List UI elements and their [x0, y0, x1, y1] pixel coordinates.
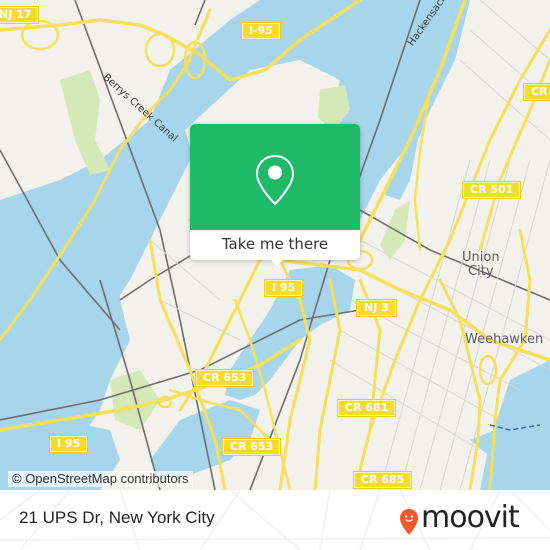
road-shield-cr653-a: CR 653: [196, 370, 254, 386]
road-shield-nj17: NJ 17: [0, 7, 39, 23]
map-attribution[interactable]: © OpenStreetMap contributors: [8, 471, 193, 487]
take-me-there-button[interactable]: Take me there: [190, 230, 360, 260]
road-shield-cr5: CR 5: [524, 84, 550, 100]
footer-bar: 21 UPS Dr, New York City moovit: [0, 490, 550, 550]
moovit-pin-icon: [400, 509, 418, 535]
label-weehawken: Weehawken: [465, 332, 544, 347]
map[interactable]: NJ 17 I-95 CR 5 CR 501 I 95 NJ 3 CR 653 …: [0, 0, 550, 490]
road-shield-cr653-b: CR 653: [223, 439, 281, 455]
destination-popup[interactable]: Take me there: [190, 124, 360, 266]
road-shield-nj3: NJ 3: [357, 300, 396, 316]
label-union: Union: [462, 250, 500, 265]
road-shield-cr501: CR 501: [463, 182, 521, 198]
label-city: City: [468, 264, 494, 279]
road-shield-i95-top: I-95: [242, 23, 280, 39]
moovit-wordmark: moovit: [421, 500, 520, 535]
road-shield-i95-mid: I 95: [265, 280, 303, 296]
park-meadow: [60, 70, 110, 175]
popup-pointer: [268, 257, 286, 266]
road-shield-i95-low: I 95: [50, 436, 88, 452]
label-union-city: Union City: [462, 251, 500, 279]
address-label: 21 UPS Dr, New York City: [19, 508, 215, 527]
road-shield-cr685: CR 685: [354, 472, 412, 488]
map-pin-icon: [255, 154, 295, 206]
popup-header: [190, 124, 360, 230]
road-shield-cr681: CR 681: [338, 400, 396, 416]
